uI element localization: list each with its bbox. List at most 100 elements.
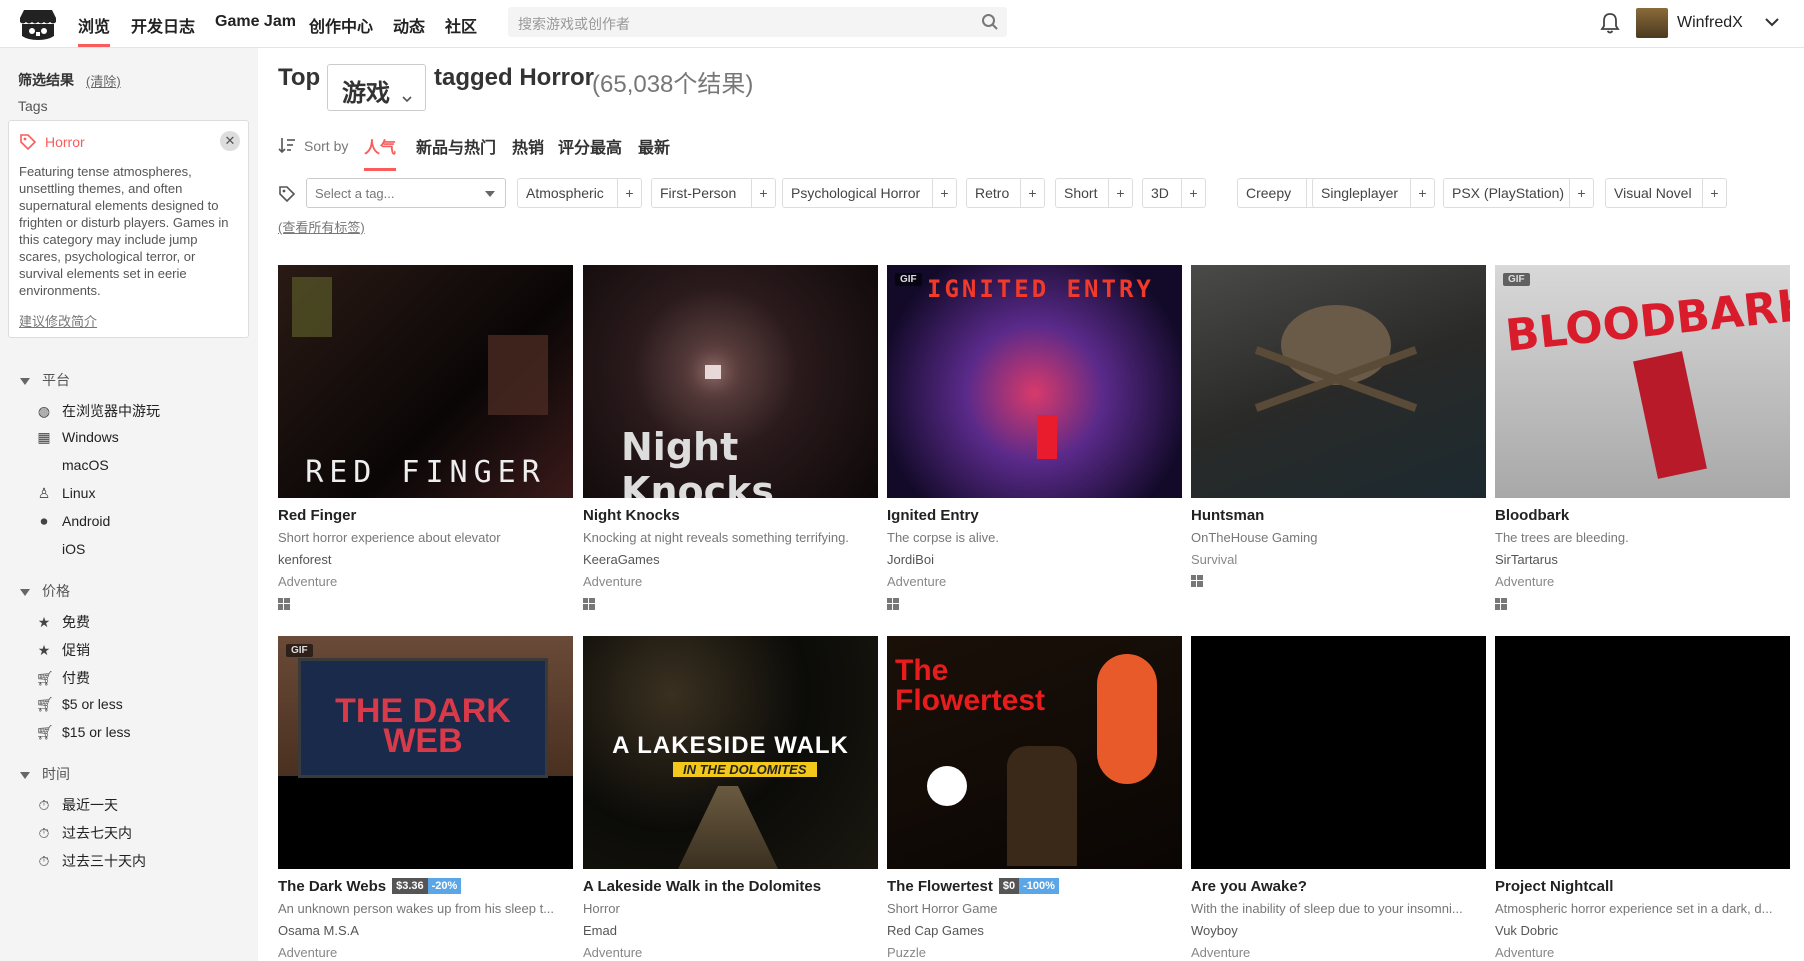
active-tag-name[interactable]: Horror (45, 134, 85, 150)
add-tag-button[interactable]: + (1108, 179, 1132, 207)
game-title[interactable]: Huntsman (1191, 507, 1264, 524)
tag-chip-visual-novel[interactable]: Visual Novel + (1605, 178, 1727, 208)
time-last-7-days[interactable]: ⏱ 过去七天内 (36, 823, 132, 843)
game-author[interactable]: Vuk Dobric (1495, 923, 1558, 938)
game-title[interactable]: The Flowertest $0 -100% (887, 878, 1059, 895)
sort-popular[interactable]: 人气 (364, 134, 397, 171)
tag-select[interactable]: Select a tag... (306, 178, 506, 208)
suggest-edit-link[interactable]: 建议修改简介 (19, 311, 97, 330)
price-paid[interactable]: 🛒︎ 付费 (36, 668, 90, 688)
sort-newest[interactable]: 最新 (638, 134, 670, 168)
game-thumbnail[interactable] (1191, 265, 1486, 498)
tag-chip-psx[interactable]: PSX (PlayStation) + (1443, 178, 1594, 208)
avatar[interactable] (1636, 8, 1668, 38)
add-tag-button[interactable]: + (1020, 179, 1044, 207)
game-title[interactable]: Are you Awake? (1191, 878, 1307, 895)
add-tag-button[interactable]: + (1181, 179, 1205, 207)
game-title[interactable]: A Lakeside Walk in the Dolomites (583, 878, 821, 895)
platform-ios[interactable]: iOS (36, 541, 85, 557)
clear-filters-link[interactable]: (清除) (86, 71, 121, 90)
platform-linux[interactable]: ♙ Linux (36, 485, 96, 502)
add-tag-button[interactable]: + (932, 179, 956, 207)
tag-chip-label: First-Person (660, 185, 737, 201)
price-value: $3.36 (392, 878, 428, 894)
game-title[interactable]: The Dark Webs $3.36 -20% (278, 878, 462, 895)
game-title[interactable]: Night Knocks (583, 507, 680, 524)
price-label: 付费 (62, 670, 90, 686)
game-title[interactable]: Bloodbark (1495, 507, 1569, 524)
game-author[interactable]: KeeraGames (583, 552, 660, 567)
game-thumbnail[interactable]: RED FINGER (278, 265, 573, 498)
bell-icon[interactable] (1600, 12, 1620, 37)
platform-label: macOS (62, 457, 109, 473)
platform-macos[interactable]: macOS (36, 457, 109, 473)
type-dropdown[interactable]: 游戏 (327, 64, 426, 111)
itch-logo-icon[interactable] (18, 6, 58, 42)
platform-android[interactable]: ⏺ Android (36, 513, 111, 530)
platform-browser[interactable]: ◍ 在浏览器中游玩 (36, 401, 160, 421)
game-author[interactable]: Woyboy (1191, 923, 1238, 938)
time-title: 时间 (42, 766, 70, 782)
game-thumbnail[interactable]: BLOODBARK GIF (1495, 265, 1790, 498)
game-title[interactable]: Ignited Entry (887, 507, 979, 524)
chevron-down-icon (20, 377, 30, 385)
tag-chip-first-person[interactable]: First-Person + (651, 178, 776, 208)
tag-chip-retro[interactable]: Retro + (966, 178, 1045, 208)
game-author[interactable]: kenforest (278, 552, 331, 567)
add-tag-button[interactable]: + (751, 179, 775, 207)
game-author[interactable]: JordiBoi (887, 552, 934, 567)
platform-section-header[interactable]: 平台 (20, 370, 70, 390)
game-thumbnail[interactable]: Night Knocks (583, 265, 878, 498)
game-thumbnail[interactable]: THE DARK WEB GIF (278, 636, 573, 869)
time-last-30-days[interactable]: ⏱ 过去三十天内 (36, 851, 146, 871)
game-author[interactable]: Red Cap Games (887, 923, 984, 938)
search-icon[interactable] (981, 13, 999, 34)
add-tag-button[interactable]: + (1702, 179, 1726, 207)
game-thumbnail[interactable]: A LAKESIDE WALK IN THE DOLOMITES (583, 636, 878, 869)
android-icon: ⏺ (40, 513, 48, 529)
search-input[interactable]: 搜索游戏或创作者 (508, 7, 1007, 37)
add-tag-button[interactable]: + (1410, 179, 1434, 207)
nav-devlogs[interactable]: 开发日志 (131, 13, 195, 47)
game-thumbnail[interactable]: The Flowertest (887, 636, 1182, 869)
price-label: $5 or less (62, 696, 123, 712)
close-icon[interactable]: ✕ (220, 131, 240, 151)
platform-windows[interactable]: ▦ Windows (36, 429, 118, 446)
game-author[interactable]: SirTartarus (1495, 552, 1558, 567)
nav-feed[interactable]: 动态 (393, 13, 425, 47)
username[interactable]: WinfredX (1677, 14, 1743, 32)
time-last-day[interactable]: ⏱ 最近一天 (36, 795, 118, 815)
price-title: 价格 (42, 583, 70, 599)
chevron-down-icon[interactable] (1764, 14, 1780, 33)
tag-chip-singleplayer[interactable]: Singleplayer + (1312, 178, 1435, 208)
price-5-or-less[interactable]: 🛒︎ $5 or less (36, 696, 123, 713)
game-author[interactable]: Emad (583, 923, 617, 938)
nav-game-jam[interactable]: Game Jam (215, 13, 296, 47)
tag-chip-atmospheric[interactable]: Atmospheric + (517, 178, 642, 208)
nav-community[interactable]: 社区 (445, 13, 477, 47)
nav-browse[interactable]: 浏览 (78, 13, 111, 47)
game-thumbnail[interactable] (1191, 636, 1486, 869)
game-thumbnail-detail (1037, 415, 1057, 459)
add-tag-button[interactable]: + (617, 179, 641, 207)
game-title[interactable]: Project Nightcall (1495, 878, 1613, 895)
price-15-or-less[interactable]: 🛒︎ $15 or less (36, 724, 130, 741)
game-title[interactable]: Red Finger (278, 507, 356, 524)
price-section-header[interactable]: 价格 (20, 581, 70, 601)
tag-chip-psychological-horror[interactable]: Psychological Horror + (782, 178, 957, 208)
add-tag-button[interactable]: + (1569, 179, 1593, 207)
sort-top-sellers[interactable]: 热销 (512, 134, 544, 168)
nav-creator-center[interactable]: 创作中心 (309, 13, 373, 47)
sort-new-and-popular[interactable]: 新品与热门 (416, 134, 496, 168)
sort-top-rated[interactable]: 评分最高 (558, 134, 622, 168)
price-free[interactable]: ★ 免费 (36, 612, 90, 632)
tag-chip-3d[interactable]: 3D + (1142, 178, 1206, 208)
windows-icon (583, 598, 595, 613)
game-thumbnail[interactable] (1495, 636, 1790, 869)
game-thumbnail[interactable]: IGNITED ENTRY GIF (887, 265, 1182, 498)
game-author[interactable]: Osama M.S.A (278, 923, 359, 938)
view-all-tags-link[interactable]: (查看所有标签) (278, 217, 365, 236)
tag-chip-short[interactable]: Short + (1055, 178, 1133, 208)
price-sale[interactable]: ★ 促销 (36, 640, 90, 660)
time-section-header[interactable]: 时间 (20, 764, 70, 784)
